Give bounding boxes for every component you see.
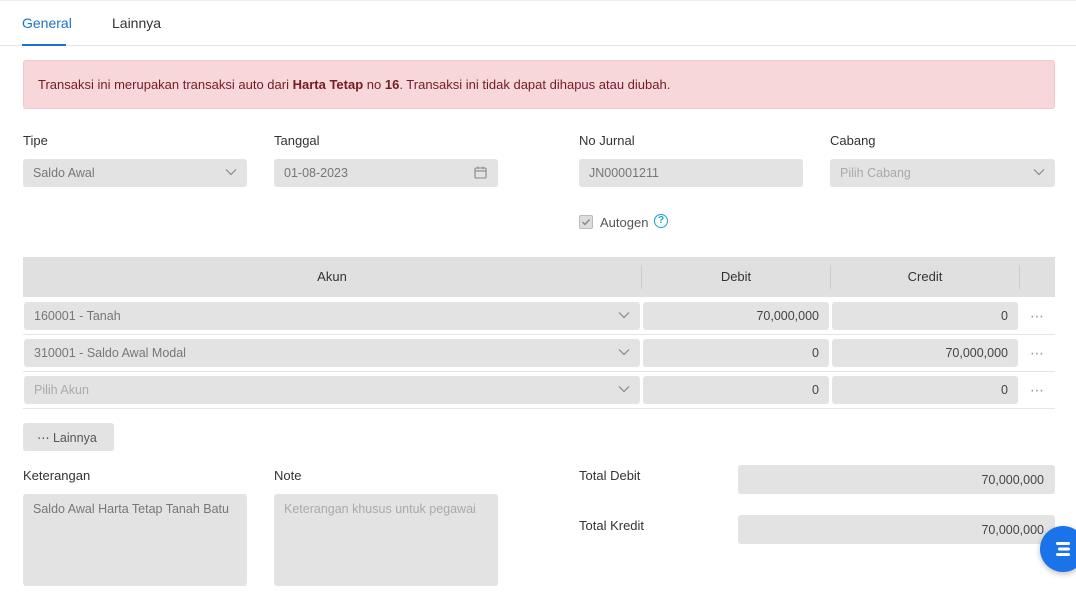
keterangan-label: Keterangan — [23, 468, 91, 483]
debit-input[interactable]: 70,000,000 — [643, 302, 829, 330]
alert-text-mid: no — [363, 77, 385, 92]
alert-source: Harta Tetap — [292, 77, 364, 92]
account-select[interactable]: 160001 - Tanah — [24, 302, 640, 330]
tanggal-label: Tanggal — [274, 133, 320, 148]
tipe-label: Tipe — [23, 133, 48, 148]
account-select[interactable]: 310001 - Saldo Awal Modal — [24, 339, 640, 367]
alert-text-suffix: . Transaksi ini tidak dapat dihapus atau… — [399, 77, 671, 92]
alert-number: 16 — [384, 77, 400, 92]
account-select[interactable]: Pilih Akun — [24, 376, 640, 404]
cabang-placeholder: Pilih Cabang — [840, 166, 911, 180]
lainnya-button-label: Lainnya — [52, 431, 97, 445]
credit-column-header: Credit — [907, 269, 943, 284]
row-menu-icon[interactable]: ⋯ — [1030, 346, 1046, 360]
chevron-down-icon — [618, 309, 630, 321]
keterangan-textarea[interactable]: Saldo Awal Harta Tetap Tanah Batu — [23, 494, 247, 586]
row-divider — [23, 334, 1055, 335]
total-debit-label: Total Debit — [579, 468, 641, 483]
cabang-label: Cabang — [830, 133, 876, 148]
tanggal-date-field[interactable]: 01-08-2023 — [274, 159, 498, 187]
akun-column-header: Akun — [317, 269, 347, 284]
debit-column-header: Debit — [720, 269, 752, 284]
row-menu-icon[interactable]: ⋯ — [1030, 309, 1046, 323]
autogen-label: Autogen — [600, 215, 649, 230]
no-jurnal-label: No Jurnal — [579, 133, 635, 148]
tanggal-value: 01-08-2023 — [284, 166, 348, 180]
credit-input[interactable]: 70,000,000 — [832, 339, 1018, 367]
chevron-down-icon — [618, 346, 630, 358]
total-debit-field: 70,000,000 — [738, 465, 1055, 494]
note-textarea[interactable]: Keterangan khusus untuk pegawai — [274, 494, 498, 586]
floating-menu-button[interactable] — [1040, 526, 1076, 572]
row-menu-icon[interactable]: ⋯ — [1030, 383, 1046, 397]
chevron-down-icon — [225, 166, 237, 178]
credit-input[interactable]: 0 — [832, 376, 1018, 404]
debit-input[interactable]: 0 — [643, 339, 829, 367]
menu-icon — [1056, 542, 1070, 556]
account-value: 160001 - Tanah — [34, 309, 121, 323]
tipe-select[interactable]: Saldo Awal — [23, 159, 247, 187]
note-label: Note — [274, 468, 302, 483]
credit-input[interactable]: 0 — [832, 302, 1018, 330]
auto-transaction-alert: Transaksi ini merupakan transaksi auto d… — [23, 60, 1055, 109]
chevron-down-icon — [618, 383, 630, 395]
account-placeholder: Pilih Akun — [34, 383, 89, 397]
row-divider — [23, 371, 1055, 372]
total-kredit-label: Total Kredit — [579, 518, 645, 533]
checkmark-icon — [582, 219, 591, 226]
autogen-checkbox[interactable] — [579, 215, 593, 229]
more-dots-icon: ⋯ — [37, 431, 53, 445]
alert-text-prefix: Transaksi ini merupakan transaksi auto d… — [38, 77, 293, 92]
tab-bar: General Lainnya — [0, 0, 1076, 46]
calendar-icon — [474, 166, 487, 179]
column-divider — [1019, 265, 1020, 289]
help-icon[interactable]: ? — [654, 214, 668, 228]
journal-table-header: Akun Debit Credit — [23, 257, 1055, 297]
tipe-value: Saldo Awal — [33, 166, 95, 180]
active-tab-indicator — [22, 44, 66, 46]
no-jurnal-field[interactable]: JN00001211 — [579, 159, 803, 187]
tab-general[interactable]: General — [22, 15, 72, 31]
debit-input[interactable]: 0 — [643, 376, 829, 404]
chevron-down-icon — [1033, 166, 1045, 178]
lainnya-button[interactable]: ⋯ Lainnya — [23, 423, 114, 451]
account-value: 310001 - Saldo Awal Modal — [34, 346, 186, 360]
row-divider — [23, 408, 1055, 409]
tab-lainnya[interactable]: Lainnya — [112, 15, 161, 31]
no-jurnal-value: JN00001211 — [589, 166, 659, 180]
total-kredit-field: 70,000,000 — [738, 515, 1055, 544]
cabang-select[interactable]: Pilih Cabang — [830, 159, 1055, 187]
